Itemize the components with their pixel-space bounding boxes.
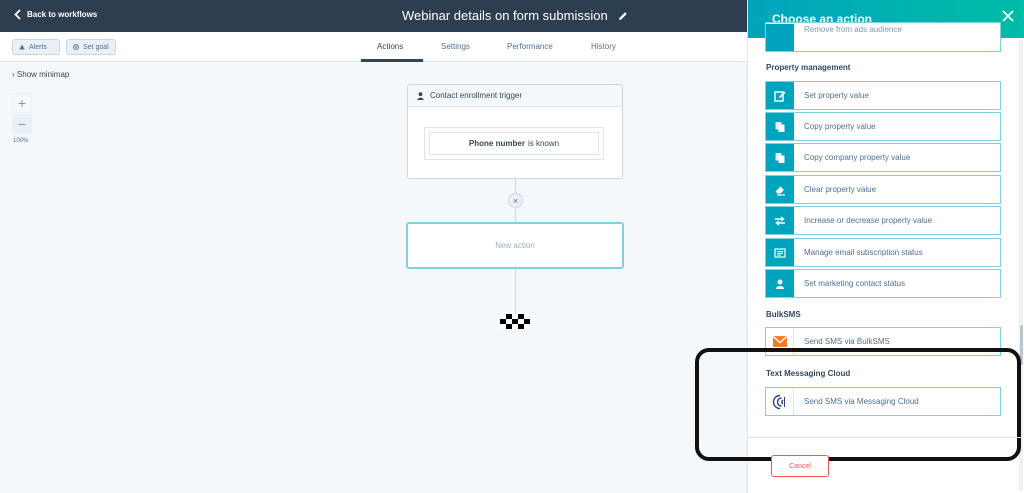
copy-icon xyxy=(766,113,794,140)
section-title-property-management: Property management xyxy=(766,63,851,72)
ads-icon xyxy=(766,23,794,51)
chevron-left-icon xyxy=(14,9,21,20)
warning-icon xyxy=(19,44,25,50)
action-item-label: Send SMS via BulkSMS xyxy=(804,337,890,346)
action-item-label: Clear property value xyxy=(804,185,877,194)
action-item-manage-email-subscription-status[interactable]: Manage email subscription status xyxy=(765,238,1001,267)
zoom-out-button[interactable]: − xyxy=(12,114,32,134)
set-goal-label: Set goal xyxy=(83,43,109,51)
workflow-title-text: Webinar details on form submission xyxy=(402,8,608,23)
swap-arrows-icon xyxy=(766,207,794,234)
contact-icon xyxy=(766,270,794,297)
trigger-header-label: Contact enrollment trigger xyxy=(430,91,523,100)
active-tab-indicator xyxy=(361,59,423,62)
enrollment-trigger-card[interactable]: Contact enrollment trigger Phone number … xyxy=(407,84,623,179)
tab-performance[interactable]: Performance xyxy=(507,42,553,51)
action-item-label: Copy company property value xyxy=(804,153,911,162)
action-item-label: Set marketing contact status xyxy=(804,279,905,288)
action-item-remove-from-ads-audience[interactable]: Remove from ads audience xyxy=(765,22,1001,52)
action-item-clear-property-value[interactable]: Clear property value xyxy=(765,175,1001,204)
action-item-label: Set property value xyxy=(804,91,869,100)
close-icon[interactable] xyxy=(1001,9,1015,23)
action-item-label: Remove from ads audience xyxy=(804,24,902,34)
action-item-label: Increase or decrease property value xyxy=(804,216,933,225)
show-minimap-toggle[interactable]: › Show minimap xyxy=(12,70,69,79)
workflow-toolbar: Alerts Set goal Actions Settings Perform… xyxy=(0,32,760,62)
contact-icon xyxy=(417,91,424,100)
zoom-in-button[interactable]: + xyxy=(12,93,32,113)
connector-line xyxy=(515,268,516,314)
trigger-condition: is known xyxy=(527,139,560,148)
back-label: Back to workflows xyxy=(27,10,98,19)
show-minimap-label: Show minimap xyxy=(16,70,70,79)
connector-line xyxy=(515,208,516,222)
alerts-button[interactable]: Alerts xyxy=(12,39,60,55)
edit-icon xyxy=(766,82,794,109)
cancel-button[interactable]: Cancel xyxy=(771,455,829,477)
action-item-set-marketing-contact-status[interactable]: Set marketing contact status xyxy=(765,269,1001,298)
trigger-filter: Phone number is known xyxy=(424,127,604,160)
set-goal-button[interactable]: Set goal xyxy=(66,39,116,55)
tab-history[interactable]: History xyxy=(591,42,616,51)
action-item-copy-company-property-value[interactable]: Copy company property value xyxy=(765,143,1001,172)
panel-footer-divider xyxy=(747,437,1024,438)
tab-actions[interactable]: Actions xyxy=(377,42,403,51)
chevron-right-icon: › xyxy=(12,70,15,79)
connector-line xyxy=(515,179,516,193)
copy-icon xyxy=(766,144,794,171)
action-item-label: Manage email subscription status xyxy=(804,248,923,257)
target-icon xyxy=(73,44,79,50)
workflow-title[interactable]: Webinar details on form submission xyxy=(402,8,628,23)
new-action-card[interactable]: New action xyxy=(406,222,624,269)
section-title-bulksms: BulkSMS xyxy=(766,310,801,319)
trigger-header: Contact enrollment trigger xyxy=(408,85,622,107)
alerts-label: Alerts xyxy=(29,43,47,51)
action-item-increase-or-decrease-property-value[interactable]: Increase or decrease property value xyxy=(765,206,1001,235)
remove-action-button[interactable]: × xyxy=(508,193,523,208)
trigger-property: Phone number xyxy=(468,139,525,148)
newspaper-icon xyxy=(766,239,794,266)
pencil-icon[interactable] xyxy=(618,11,628,21)
zoom-level: 100% xyxy=(13,138,29,144)
trigger-filter-criteria[interactable]: Phone number is known xyxy=(429,132,599,155)
tab-settings[interactable]: Settings xyxy=(441,42,470,51)
annotation-highlight-box xyxy=(695,348,1021,461)
eraser-icon xyxy=(766,176,794,203)
action-item-set-property-value[interactable]: Set property value xyxy=(765,81,1001,110)
action-item-copy-property-value[interactable]: Copy property value xyxy=(765,112,1001,141)
end-flag-icon xyxy=(500,314,530,329)
action-item-label: Copy property value xyxy=(804,122,876,131)
back-to-workflows-link[interactable]: Back to workflows xyxy=(14,9,97,20)
